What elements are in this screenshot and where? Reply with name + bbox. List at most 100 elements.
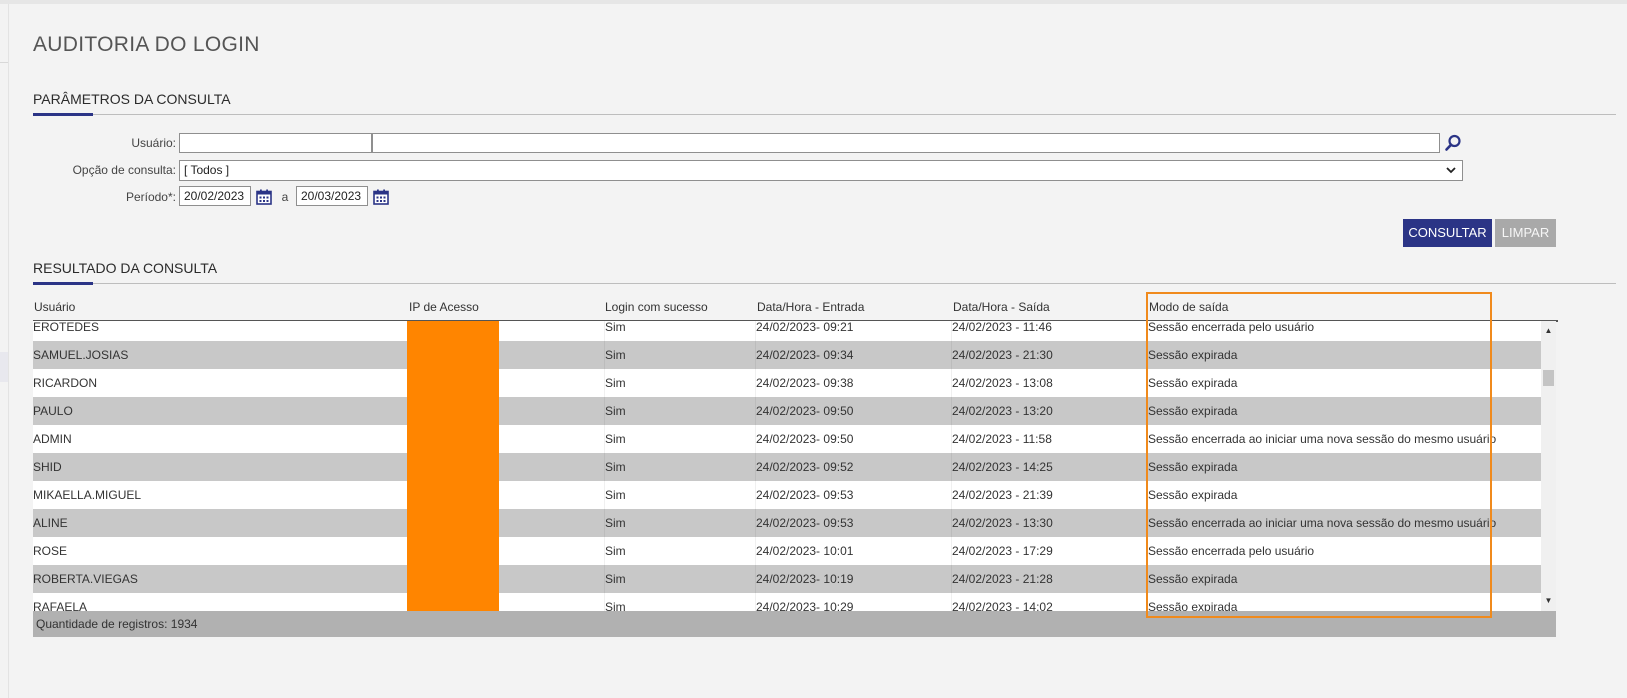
cell-entrada: 24/02/2023- 09:50: [756, 404, 854, 418]
scroll-down-arrow-icon[interactable]: ▼: [1541, 594, 1556, 608]
opcao-value: [ Todos ]: [184, 163, 230, 177]
params-divider: [33, 114, 1616, 115]
table-row[interactable]: SAMUEL.JOSIAS Sim 24/02/2023- 09:34 24/02/2…: [33, 341, 1541, 369]
cell-sucesso: Sim: [605, 432, 626, 446]
sidebar-edge-highlight: [0, 352, 8, 382]
left-border: [8, 4, 9, 698]
cell-sucesso: Sim: [605, 600, 626, 611]
cell-entrada: 24/02/2023- 09:38: [756, 376, 854, 390]
table-row[interactable]: ADMIN Sim 24/02/2023- 09:50 24/02/2023 - 11…: [33, 425, 1541, 453]
table-row[interactable]: ROBERTA.VIEGAS Sim 24/02/2023- 10:19 24/02/…: [33, 565, 1541, 593]
table-row[interactable]: RICARDON Sim 24/02/2023- 09:38 24/02/2023 -…: [33, 369, 1541, 397]
params-divider-accent: [33, 113, 93, 116]
cell-entrada: 24/02/2023- 09:21: [756, 321, 854, 334]
cell-usuario: MIKAELLA.MIGUEL: [33, 488, 142, 502]
usuario-name-input[interactable]: [372, 133, 1440, 153]
cell-entrada: 24/02/2023- 09:50: [756, 432, 854, 446]
table-header: Usuário IP de Acesso Login com sucesso D…: [33, 298, 1558, 322]
table-row[interactable]: MIKAELLA.MIGUEL Sim 24/02/2023- 09:53 24/02…: [33, 481, 1541, 509]
cell-usuario: RICARDON: [33, 376, 98, 390]
result-divider: [33, 283, 1616, 284]
opcao-select[interactable]: [ Todos ]: [179, 160, 1463, 181]
cell-usuario: PAULO: [33, 404, 73, 418]
table-footer: Quantidade de registros: 1934: [33, 611, 1556, 637]
col-header-modo-saida[interactable]: Modo de saída: [1149, 300, 1228, 314]
col-header-usuario[interactable]: Usuário: [34, 300, 75, 314]
cell-entrada: 24/02/2023- 10:29: [756, 600, 854, 611]
cell-usuario: EROTEDES: [33, 321, 100, 334]
cell-saida: 24/02/2023 - 14:02: [952, 600, 1053, 611]
cell-modo: Sessão encerrada ao iniciar uma nova ses…: [1148, 432, 1497, 446]
chevron-down-icon: [1446, 162, 1456, 181]
cell-saida: 24/02/2023 - 11:58: [952, 432, 1052, 446]
cell-saida: 24/02/2023 - 11:46: [952, 321, 1052, 334]
scroll-thumb[interactable]: [1543, 370, 1554, 386]
col-header-login-sucesso[interactable]: Login com sucesso: [605, 300, 708, 314]
record-count-value: 1934: [170, 617, 198, 631]
cell-entrada: 24/02/2023- 09:52: [756, 460, 854, 474]
cell-modo: Sessão expirada: [1148, 376, 1238, 390]
cell-usuario: ROSE: [33, 544, 68, 558]
cell-modo: Sessão expirada: [1148, 404, 1238, 418]
cell-sucesso: Sim: [605, 488, 626, 502]
cell-modo: Sessão expirada: [1148, 600, 1238, 611]
table-scrollbar[interactable]: ▲ ▼: [1541, 321, 1556, 611]
cell-usuario: ADMIN: [33, 432, 72, 446]
cell-modo: Sessão encerrada ao iniciar uma nova ses…: [1148, 516, 1497, 530]
magnifier-icon[interactable]: [1443, 133, 1463, 153]
cell-sucesso: Sim: [605, 404, 626, 418]
cell-modo: Sessão expirada: [1148, 460, 1238, 474]
cell-modo: Sessão encerrada pelo usuário: [1148, 321, 1315, 334]
result-divider-accent: [33, 282, 93, 285]
cell-entrada: 24/02/2023- 09:53: [756, 516, 854, 530]
calendar-icon[interactable]: [254, 187, 274, 207]
results-table: EROTEDES Sim 24/02/2023- 09:21 24/02/2023 -…: [33, 321, 1541, 611]
top-border: [0, 0, 1627, 4]
cell-entrada: 24/02/2023- 09:34: [756, 348, 854, 362]
calendar-icon[interactable]: [371, 187, 391, 207]
cell-saida: 24/02/2023 - 21:30: [952, 348, 1053, 362]
cell-usuario: ROBERTA.VIEGAS: [33, 572, 138, 586]
table-row[interactable]: ROSE Sim 24/02/2023- 10:01 24/02/2023 - 17:…: [33, 537, 1541, 565]
page-title: AUDITORIA DO LOGIN: [33, 33, 260, 56]
table-row[interactable]: SHID Sim 24/02/2023- 09:52 24/02/2023 - 14:…: [33, 453, 1541, 481]
cell-usuario: SAMUEL.JOSIAS: [33, 348, 129, 362]
table-row[interactable]: EROTEDES Sim 24/02/2023- 09:21 24/02/2023 -…: [33, 321, 1541, 341]
table-row[interactable]: RAFAELA Sim 24/02/2023- 10:29 24/02/2023 - …: [33, 593, 1541, 611]
cell-saida: 24/02/2023 - 13:30: [952, 516, 1053, 530]
cell-saida: 24/02/2023 - 21:28: [952, 572, 1053, 586]
periodo-start-input[interactable]: [179, 186, 251, 206]
table-row[interactable]: PAULO Sim 24/02/2023- 09:50 24/02/2023 - 13…: [33, 397, 1541, 425]
cell-saida: 24/02/2023 - 17:29: [952, 544, 1053, 558]
col-header-saida[interactable]: Data/Hora - Saída: [953, 300, 1050, 314]
cell-usuario: SHID: [33, 460, 62, 474]
cell-sucesso: Sim: [605, 348, 626, 362]
cell-saida: 24/02/2023 - 13:20: [952, 404, 1053, 418]
cell-saida: 24/02/2023 - 14:25: [952, 460, 1053, 474]
periodo-label: Período*:: [125, 190, 176, 204]
usuario-label: Usuário:: [131, 136, 176, 150]
cell-sucesso: Sim: [605, 516, 626, 530]
cell-usuario: ALINE: [33, 516, 68, 530]
cell-entrada: 24/02/2023- 10:01: [756, 544, 854, 558]
result-section-title: RESULTADO DA CONSULTA: [33, 260, 218, 276]
table-row[interactable]: ALINE Sim 24/02/2023- 09:53 24/02/2023 - 13…: [33, 509, 1541, 537]
params-section-title: PARÂMETROS DA CONSULTA: [33, 91, 231, 107]
periodo-end-input[interactable]: [296, 186, 368, 206]
col-header-entrada[interactable]: Data/Hora - Entrada: [757, 300, 864, 314]
cell-saida: 24/02/2023 - 21:39: [952, 488, 1053, 502]
opcao-label: Opção de consulta:: [72, 163, 176, 177]
scroll-up-arrow-icon[interactable]: ▲: [1541, 324, 1556, 338]
limpar-button[interactable]: LIMPAR: [1495, 219, 1556, 247]
cell-modo: Sessão expirada: [1148, 572, 1238, 586]
sidebar-edge: [0, 62, 8, 63]
consultar-button[interactable]: CONSULTAR: [1403, 219, 1492, 247]
cell-saida: 24/02/2023 - 13:08: [952, 376, 1053, 390]
cell-entrada: 24/02/2023- 09:53: [756, 488, 854, 502]
ip-redaction-mask: [407, 321, 499, 611]
col-header-ip[interactable]: IP de Acesso: [409, 300, 479, 314]
cell-usuario: RAFAELA: [33, 600, 88, 611]
cell-modo: Sessão expirada: [1148, 488, 1238, 502]
cell-sucesso: Sim: [605, 544, 626, 558]
usuario-code-input[interactable]: [179, 133, 372, 153]
